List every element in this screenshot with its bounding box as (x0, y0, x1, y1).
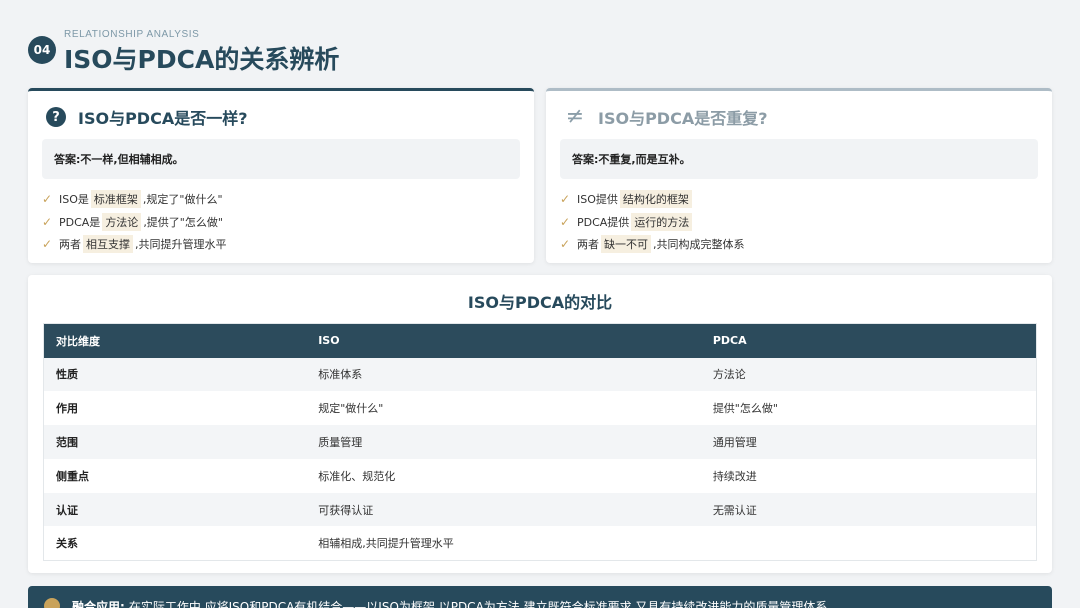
table-cell: 质量管理 (306, 425, 701, 459)
table-cell (701, 526, 1037, 560)
table-cell: 规定"做什么" (318, 402, 384, 416)
column-header: 对比维度 (43, 323, 307, 358)
section-number-badge: 04 (28, 36, 56, 64)
point-list: ✓ ISO是 标准框架 ,规定了"做什么" ✓ PDCA是 方法论 ,提供了"怎么做" ✓ 两… (42, 188, 227, 256)
table-cell: 持续改进 (712, 469, 757, 483)
card-header: ≠ ISO与PDCA是否重复? (564, 105, 768, 129)
table-row: 性质 标准体系 方法论 (43, 357, 1037, 392)
comparison-panel: ISO与PDCA的对比 对比维度 ISO PDCA 性质 标准体系 方法论 作用… (28, 275, 1052, 573)
section-eyebrow: RELATIONSHIP ANALYSIS (64, 29, 200, 40)
point-item: ✓ PDCA是 方法论 ,提供了"怎么做" (42, 212, 223, 231)
check-icon: ✓ (42, 237, 53, 252)
table-cell: 标准体系 (306, 357, 701, 392)
table-cell: 作用 (56, 402, 78, 416)
table-cell: 侧重点 (56, 469, 89, 483)
highlight-text: 缺一不可 (601, 235, 651, 254)
column-header: PDCA (700, 323, 1037, 358)
point-list: ✓ ISO提供 结构化的框架 ✓ PDCA提供 运行的方法 ✓ 两者 缺一不可 ,共同构成完整… (560, 188, 745, 256)
table-row: 范围 质量管理 通用管理 (43, 425, 1037, 459)
answer-box: 答案:不一样,但相辅相成。 (42, 139, 520, 179)
point-item: ✓ 两者 相互支撑 ,共同提升管理水平 (42, 235, 227, 254)
highlight-text: 相互支撑 (83, 235, 133, 254)
table-cell: 关系 (56, 537, 78, 551)
answer-box: 答案:不重复,而是互补。 (560, 139, 1038, 179)
table-row: 认证 可获得认证 无需认证 (43, 492, 1037, 527)
footer-text: 在实际工作中,应将ISO和PDCA有机结合——以ISO为框架,以PDCA为方法,… (128, 600, 840, 608)
table-cell: 标准化、规范化 (318, 469, 396, 483)
table-cell: 相辅相成,共同提升管理水平 (318, 537, 454, 551)
card-title: ISO与PDCA是否一样? (78, 109, 248, 128)
highlight-text: 方法论 (102, 212, 142, 231)
table-cell: 范围 (43, 425, 307, 459)
column-header: ISO (306, 323, 701, 358)
not-equal-icon: ≠ (565, 104, 585, 129)
table-cell: 无需认证 (700, 492, 1037, 527)
footer-banner: 融合应用: 在实际工作中,应将ISO和PDCA有机结合——以ISO为框架,以PD… (28, 586, 1052, 608)
table-cell: 通用管理 (700, 425, 1037, 459)
check-icon: ✓ (560, 237, 571, 252)
highlight-text: 运行的方法 (631, 212, 693, 231)
point-item: ✓ ISO是 标准框架 ,规定了"做什么" (42, 190, 223, 209)
table-cell: 认证 (43, 492, 307, 527)
highlight-text: 结构化的框架 (619, 190, 692, 209)
lightbulb-icon (44, 598, 60, 608)
card-same-question: ? ISO与PDCA是否一样? 答案:不一样,但相辅相成。 ✓ ISO是 标准框架,… (28, 88, 534, 263)
comparison-table: 对比维度 ISO PDCA 性质 标准体系 方法论 作用 规定"做什么" 提供"… (43, 323, 1037, 561)
table-header-row: 对比维度 ISO PDCA (43, 323, 1037, 358)
table-row: 作用 规定"做什么" 提供"怎么做" (44, 391, 1037, 425)
table-cell: 提供"怎么做" (712, 402, 778, 416)
highlight-text: 标准框架 (90, 190, 141, 209)
table-cell: 可获得认证 (306, 492, 701, 527)
point-item: ✓ PDCA提供 运行的方法 (560, 211, 745, 234)
table-cell: 性质 (43, 357, 307, 392)
card-duplicate-question: ≠ ISO与PDCA是否重复? 答案:不重复,而是互补。 ✓ ISO提供 结构化的框… (546, 88, 1052, 263)
card-header: ? ISO与PDCA是否一样? (46, 105, 248, 129)
table-title: ISO与PDCA的对比 (467, 293, 613, 312)
question-icon: ? (46, 107, 66, 127)
footer-label: 融合应用: (72, 600, 125, 608)
table-cell: 方法论 (700, 357, 1037, 392)
point-item: ✓ ISO提供 结构化的框架 (560, 188, 745, 211)
point-item: ✓ 两者 缺一不可 ,共同构成完整体系 (560, 235, 745, 254)
check-icon: ✓ (42, 214, 53, 229)
check-icon: ✓ (560, 192, 571, 207)
check-icon: ✓ (560, 214, 571, 229)
table-row: 侧重点 标准化、规范化 持续改进 (44, 459, 1037, 493)
check-icon: ✓ (42, 192, 53, 207)
table-row: 关系 相辅相成,共同提升管理水平 (44, 526, 1037, 560)
page-title: ISO与PDCA的关系辨析 (64, 45, 340, 74)
card-title: ISO与PDCA是否重复? (598, 109, 768, 128)
